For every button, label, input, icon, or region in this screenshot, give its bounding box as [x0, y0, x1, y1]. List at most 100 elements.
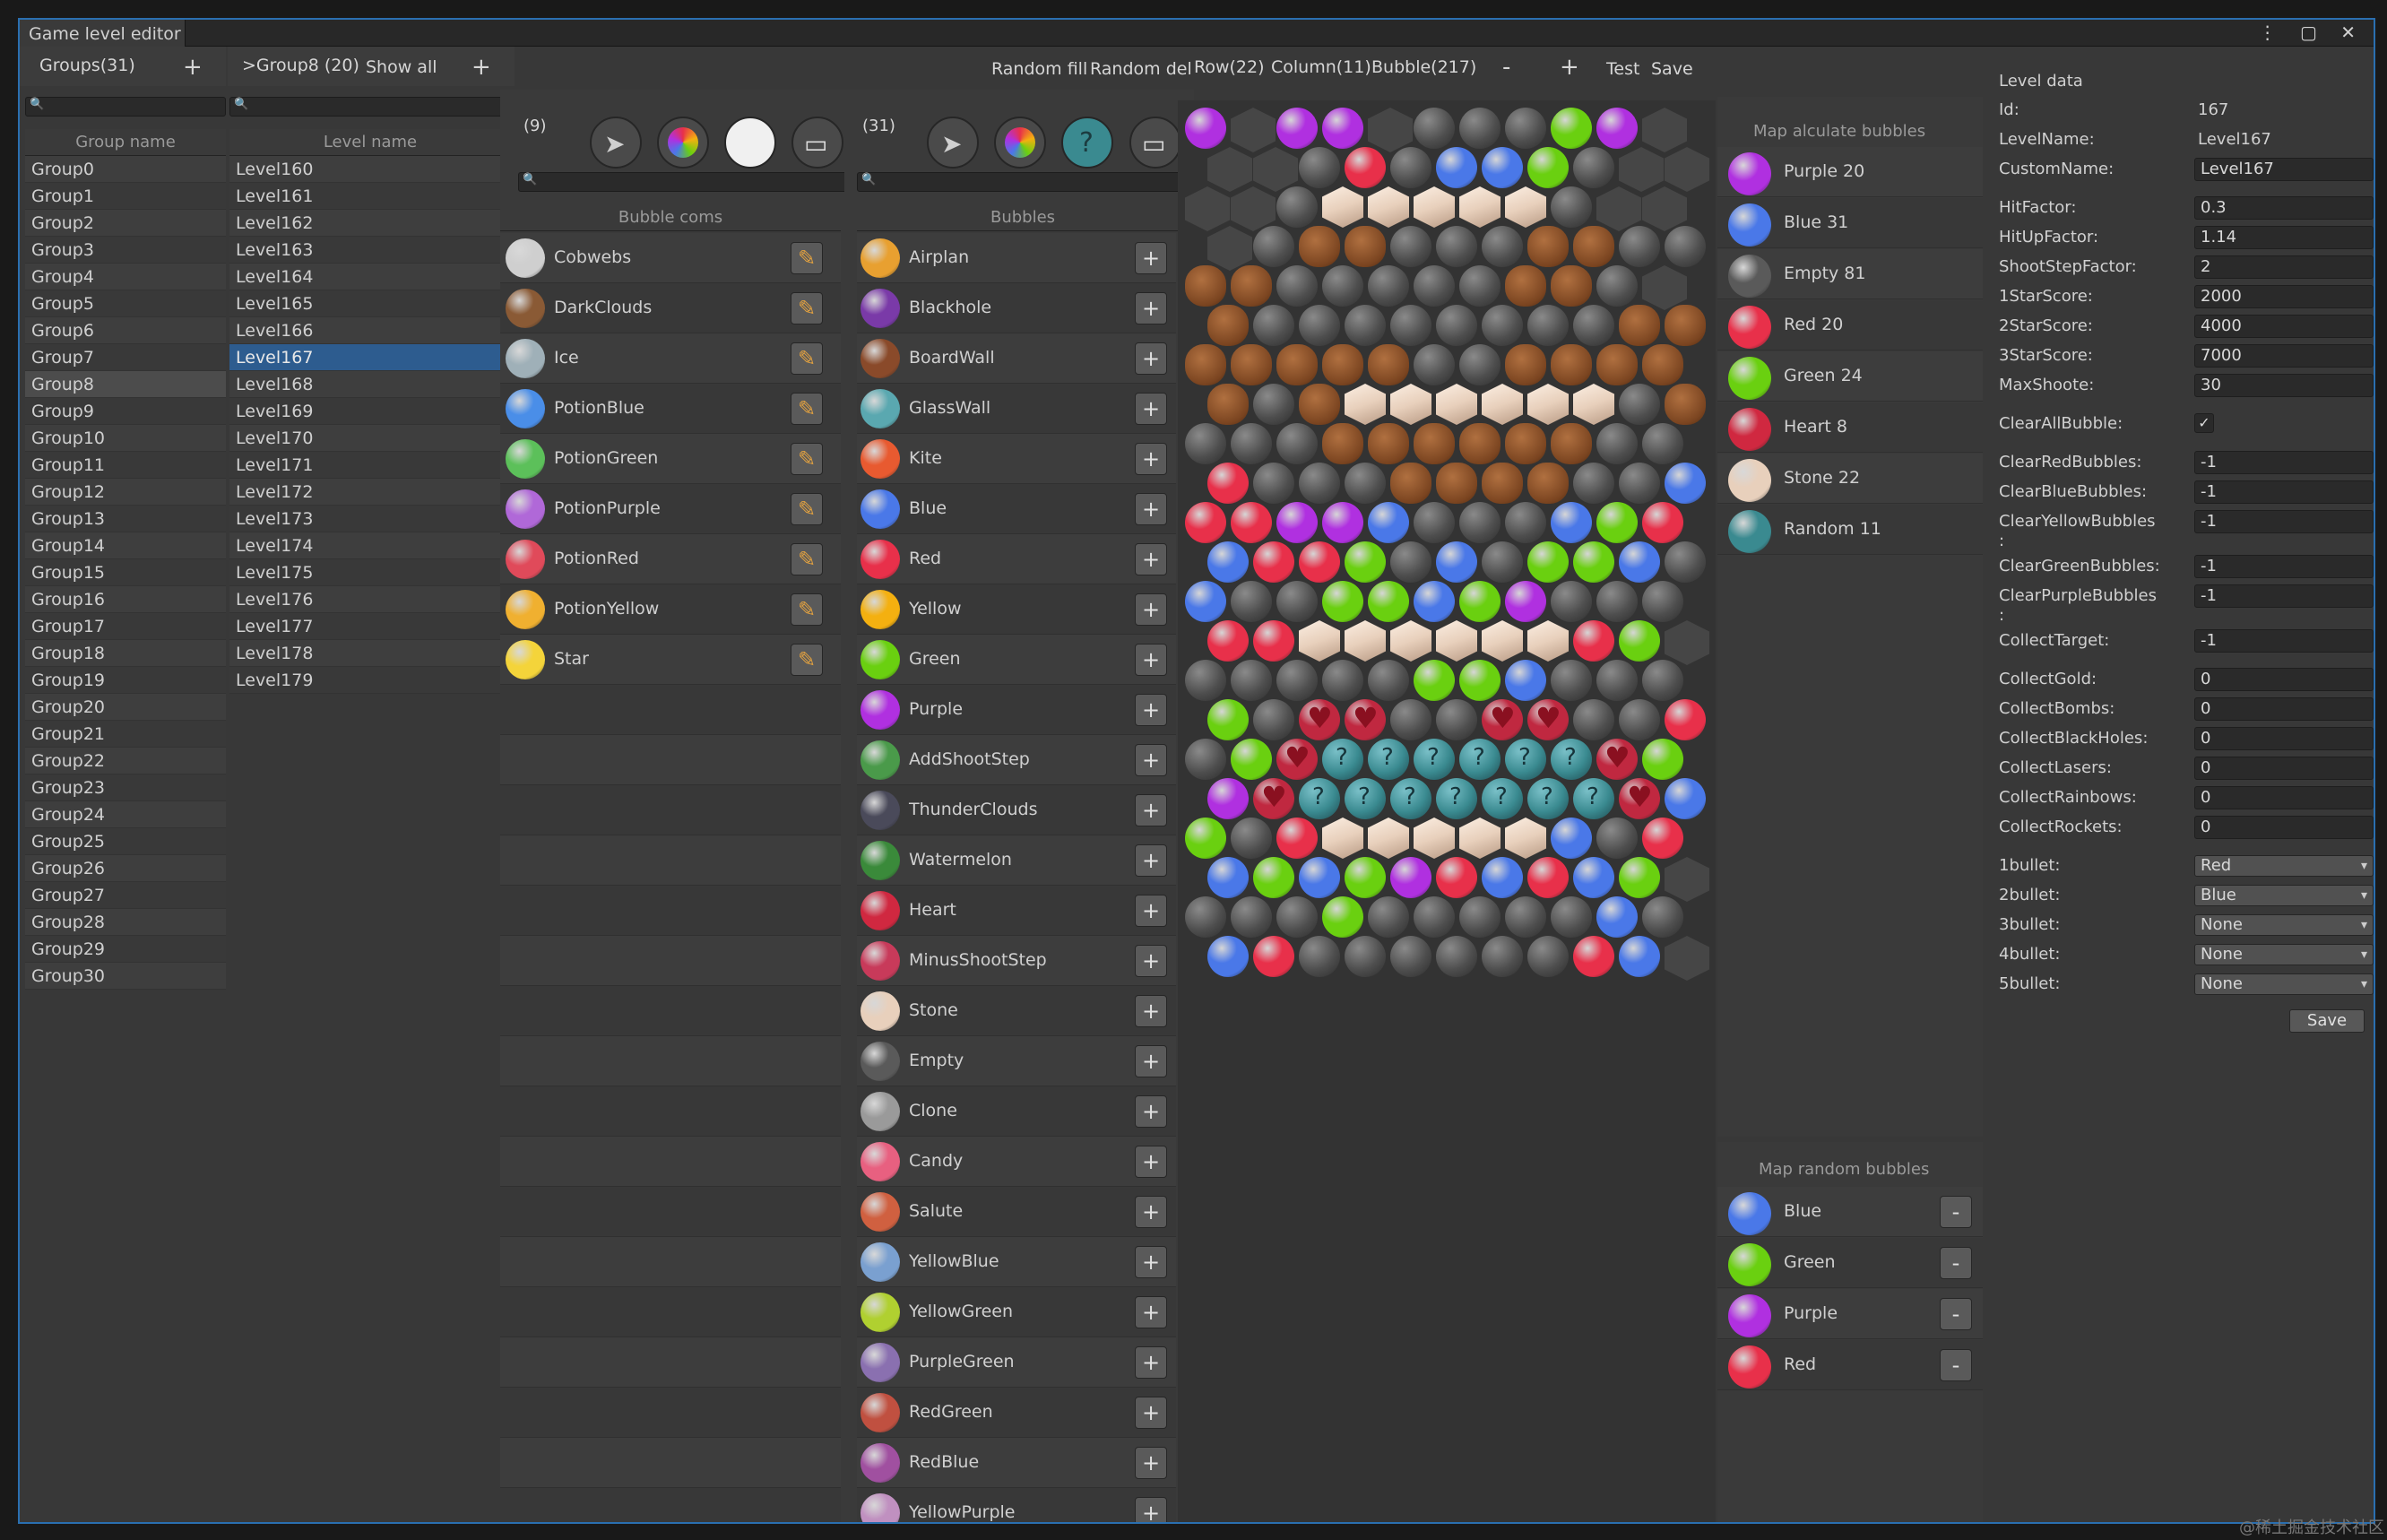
group-row[interactable]: Group25: [25, 828, 226, 855]
bubble-cell[interactable]: [1596, 896, 1638, 938]
bubble-cell[interactable]: ?: [1414, 739, 1455, 780]
test-button[interactable]: Test: [1606, 59, 1639, 79]
edit-com-button[interactable]: ✎: [791, 342, 823, 375]
empty-cell[interactable]: [1368, 108, 1413, 152]
bubble-cell[interactable]: [1573, 463, 1614, 504]
bubble-cell[interactable]: [1185, 581, 1226, 622]
bubble-cell[interactable]: [1573, 305, 1614, 346]
bubble-cell[interactable]: [1619, 305, 1660, 346]
bubble-cell[interactable]: [1231, 739, 1272, 780]
bubble-cell[interactable]: [1322, 581, 1363, 622]
bubble-cell[interactable]: [1459, 423, 1501, 464]
bubble-cell[interactable]: [1505, 502, 1546, 543]
group-row[interactable]: Group16: [25, 586, 226, 613]
level-row[interactable]: Level160: [229, 156, 511, 183]
bubble-cell[interactable]: [1368, 423, 1409, 464]
bubble-cell[interactable]: [1231, 581, 1272, 622]
bubble-cell[interactable]: ?: [1505, 739, 1546, 780]
add-bubble-button[interactable]: +: [1135, 945, 1167, 977]
empty-cell[interactable]: [1665, 936, 1709, 981]
bubble-cell[interactable]: ♥: [1527, 699, 1569, 740]
add-bubble-button[interactable]: +: [1135, 1246, 1167, 1278]
bubble-cell[interactable]: [1414, 423, 1455, 464]
remove-random-bubble-button[interactable]: -: [1940, 1298, 1972, 1330]
bubble-cell[interactable]: [1596, 660, 1638, 701]
bubble-cell[interactable]: [1322, 186, 1363, 228]
group-search-input[interactable]: 🔍: [25, 97, 226, 117]
add-bubble-button[interactable]: +: [1135, 844, 1167, 877]
bubble-cell[interactable]: [1482, 620, 1523, 662]
field-input[interactable]: 0: [2194, 757, 2374, 780]
bubble-cell[interactable]: [1459, 896, 1501, 938]
add-bubble-button[interactable]: +: [1135, 1346, 1167, 1379]
random-del-button[interactable]: Random del: [1090, 59, 1192, 79]
add-level-button[interactable]: +: [471, 56, 491, 79]
bubble-cell[interactable]: [1231, 502, 1272, 543]
bubble-cell[interactable]: [1436, 699, 1477, 740]
bubble-cell[interactable]: [1185, 423, 1226, 464]
bubble-cell[interactable]: [1253, 305, 1294, 346]
bubble-cell[interactable]: [1231, 818, 1272, 859]
save-map-button[interactable]: Save: [1651, 59, 1693, 79]
bubble-row[interactable]: Clone +: [857, 1086, 1176, 1137]
group-row[interactable]: Group20: [25, 694, 226, 721]
bubble-cell[interactable]: [1596, 502, 1638, 543]
add-bubble-button[interactable]: +: [1135, 292, 1167, 324]
bubble-cell[interactable]: ♥: [1299, 699, 1340, 740]
bubble-cell[interactable]: [1185, 265, 1226, 307]
bubble-cell[interactable]: [1390, 699, 1431, 740]
bubble-cell[interactable]: [1368, 818, 1409, 859]
bubble-cell[interactable]: [1619, 463, 1660, 504]
bubble-cell[interactable]: [1276, 108, 1318, 149]
add-bubble-button[interactable]: +: [1135, 1095, 1167, 1128]
bubble-cell[interactable]: [1505, 344, 1546, 385]
field-input[interactable]: -1: [2194, 629, 2374, 653]
bubble-cell[interactable]: [1345, 463, 1386, 504]
group-row[interactable]: Group5: [25, 290, 226, 317]
bubble-cell[interactable]: [1551, 344, 1592, 385]
remove-random-bubble-button[interactable]: -: [1940, 1247, 1972, 1279]
bubble-cell[interactable]: [1414, 660, 1455, 701]
bubble-cell[interactable]: [1619, 936, 1660, 977]
edit-com-button[interactable]: ✎: [791, 443, 823, 475]
bubble-cell[interactable]: [1551, 186, 1592, 228]
bubble-cell[interactable]: [1619, 541, 1660, 583]
bubble-cell[interactable]: [1459, 818, 1501, 859]
bubble-cell[interactable]: ?: [1390, 778, 1431, 819]
bubble-cell[interactable]: [1619, 384, 1660, 425]
bubble-cell[interactable]: [1276, 896, 1318, 938]
bubble-row[interactable]: Purple +: [857, 685, 1176, 735]
random-color-tool-button[interactable]: [657, 117, 709, 169]
bubble-cell[interactable]: [1390, 384, 1431, 425]
bubble-cell[interactable]: [1299, 936, 1340, 977]
bubble-cell[interactable]: ♥: [1345, 699, 1386, 740]
bubble-cell[interactable]: [1207, 305, 1249, 346]
bubble-cell[interactable]: ♥: [1276, 739, 1318, 780]
bubble-cell[interactable]: [1527, 463, 1569, 504]
bubble-row[interactable]: Kite +: [857, 434, 1176, 484]
bubble-cell[interactable]: [1207, 936, 1249, 977]
field-input[interactable]: -1: [2194, 480, 2374, 504]
bubble-cell[interactable]: [1527, 936, 1569, 977]
empty-cell[interactable]: [1207, 147, 1252, 192]
bubble-cell[interactable]: [1527, 857, 1569, 898]
field-input[interactable]: 7000: [2194, 344, 2374, 368]
bullet-select[interactable]: None: [2194, 914, 2374, 936]
bubble-com-row[interactable]: Star ✎: [500, 635, 841, 685]
bubble-cell[interactable]: ?: [1322, 739, 1363, 780]
add-bubble-button[interactable]: +: [1135, 694, 1167, 726]
bullet-select[interactable]: None: [2194, 973, 2374, 995]
empty-cell[interactable]: [1642, 265, 1687, 310]
add-bubble-button[interactable]: +: [1135, 1497, 1167, 1522]
bubble-cell[interactable]: [1436, 620, 1477, 662]
bubble-row[interactable]: Empty +: [857, 1036, 1176, 1086]
clear-all-checkbox[interactable]: ✓: [2194, 413, 2214, 433]
bubble-cell[interactable]: [1345, 541, 1386, 583]
field-input[interactable]: 0: [2194, 786, 2374, 809]
level-search-input[interactable]: 🔍: [229, 97, 511, 117]
bubble-com-row[interactable]: Ice ✎: [500, 333, 841, 384]
empty-cell[interactable]: [1642, 186, 1687, 231]
field-input[interactable]: 0: [2194, 816, 2374, 839]
group-row[interactable]: Group6: [25, 317, 226, 344]
empty-cell[interactable]: [1231, 186, 1276, 231]
